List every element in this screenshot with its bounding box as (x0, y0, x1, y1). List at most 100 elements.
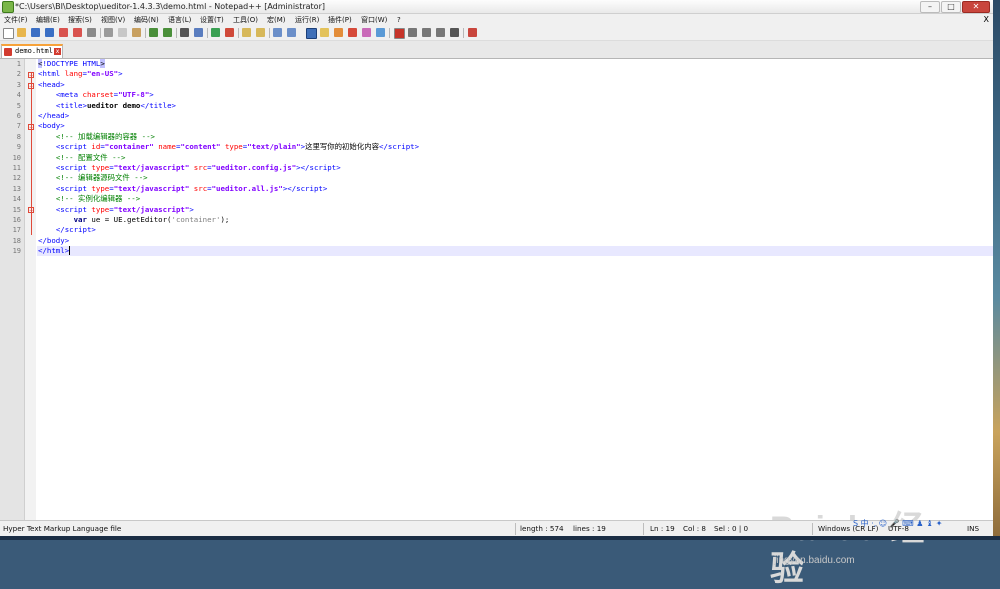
tab-label: demo.html (15, 47, 53, 55)
save-all-icon[interactable] (45, 28, 54, 37)
unsaved-file-icon (4, 48, 12, 56)
menu-edit[interactable]: 编辑(E) (36, 14, 60, 26)
menu-search[interactable]: 搜索(S) (68, 14, 92, 26)
menu-help[interactable]: ? (397, 14, 401, 26)
menu-macro[interactable]: 宏(M) (267, 14, 286, 26)
find-icon[interactable] (180, 28, 189, 37)
line-number: 19 (12, 247, 21, 256)
paste-icon[interactable] (132, 28, 141, 37)
tab-demo-html[interactable]: demo.html x (1, 44, 63, 58)
toolbar-separator (100, 28, 101, 38)
sync-horizontal-icon[interactable] (256, 28, 265, 37)
line-number: 18 (12, 236, 21, 245)
close-all-icon[interactable] (73, 28, 82, 37)
save-icon[interactable] (31, 28, 40, 37)
code-line-16: var ue = UE.getEditor('container'); (73, 215, 230, 224)
status-separator (812, 523, 813, 535)
fold-marker-html[interactable]: − (28, 72, 34, 79)
play-macro-icon[interactable] (422, 28, 431, 37)
fold-marker-script[interactable]: − (28, 207, 34, 214)
line-number: 4 (16, 91, 21, 100)
function-list-icon[interactable] (348, 28, 357, 37)
toolbar-separator (207, 28, 208, 38)
line-number: 1 (16, 60, 21, 68)
code-line-14: <!-- 实例化编辑器 --> (55, 194, 141, 204)
menu-tools[interactable]: 工具(O) (233, 14, 258, 26)
maximize-button[interactable]: □ (941, 1, 961, 13)
menu-language[interactable]: 语言(L) (168, 14, 191, 26)
window-title: *C:\Users\BI\Desktop\ueditor-1.4.3.3\dem… (15, 2, 325, 11)
status-length: length : 574 (520, 524, 564, 533)
close-button[interactable]: ✕ (962, 1, 990, 13)
document-map-icon[interactable] (334, 28, 343, 37)
toolbar-separator (176, 28, 177, 38)
toolbar (0, 26, 993, 41)
code-editor[interactable]: 1 2 3 4 5 6 7 8 9 10 11 12 13 14 15 16 17 18 19 − − − − <!… (0, 59, 993, 588)
menu-encoding[interactable]: 编码(N) (134, 14, 159, 26)
code-line-18: </body> (38, 235, 70, 245)
line-number: 13 (12, 184, 21, 193)
new-file-icon[interactable] (3, 28, 14, 39)
fold-marker-body[interactable]: − (28, 124, 34, 131)
code-line-11: <script type="text/javascript" src="uedi… (55, 163, 341, 172)
record-macro-icon[interactable] (394, 28, 405, 39)
code-line-9: <script id="container" name="content" ty… (55, 142, 420, 152)
replace-icon[interactable] (194, 28, 203, 37)
zoom-in-icon[interactable] (211, 28, 220, 37)
folder-as-workspace-icon[interactable] (362, 28, 371, 37)
status-insert-mode[interactable]: INS (967, 521, 979, 537)
line-number: 3 (16, 80, 21, 89)
status-bar: Hyper Text Markup Language file length :… (0, 520, 993, 537)
stop-macro-icon[interactable] (408, 28, 417, 37)
show-all-chars-icon[interactable] (287, 28, 296, 37)
zoom-out-icon[interactable] (225, 28, 234, 37)
ime-toolbar[interactable]: S 中 ·, ☺ 🎤 ⌨ ♟ ♝ ✦ (853, 518, 942, 530)
menu-settings[interactable]: 设置(T) (200, 14, 224, 26)
minimize-button[interactable]: – (920, 1, 940, 13)
code-line-3: <head> (38, 79, 65, 89)
word-wrap-icon[interactable] (273, 28, 282, 37)
toolbar-separator (145, 28, 146, 38)
close-file-icon[interactable] (59, 28, 68, 37)
notepad-plus-plus-window: *C:\Users\BI\Desktop\ueditor-1.4.3.3\dem… (0, 0, 993, 588)
spell-check-icon[interactable] (468, 28, 477, 37)
line-number: 10 (12, 153, 21, 162)
indent-guide-icon[interactable] (306, 28, 317, 39)
code-line-4: <meta charset="UTF-8"> (55, 90, 154, 100)
line-number: 14 (12, 195, 21, 204)
menu-plugins[interactable]: 插件(P) (328, 14, 352, 26)
line-number: 9 (16, 143, 21, 152)
user-language-icon[interactable] (320, 28, 329, 37)
title-bar[interactable]: *C:\Users\BI\Desktop\ueditor-1.4.3.3\dem… (0, 0, 993, 14)
line-number: 8 (16, 132, 21, 141)
save-macro-icon[interactable] (450, 28, 459, 37)
code-line-1: <!DOCTYPE HTML> (38, 59, 105, 68)
undo-icon[interactable] (149, 28, 158, 37)
code-line-17: </script> (55, 225, 96, 235)
cut-icon[interactable] (104, 28, 113, 37)
toolbar-separator (389, 28, 390, 38)
print-icon[interactable] (87, 28, 96, 37)
fold-marker-head[interactable]: − (28, 83, 34, 90)
line-number: 12 (12, 174, 21, 183)
watermark-url: jingyan.baidu.com (774, 555, 855, 566)
line-number: 11 (12, 164, 21, 172)
menu-run[interactable]: 运行(R) (295, 14, 319, 26)
tab-close-icon[interactable]: x (54, 48, 61, 55)
status-separator (515, 523, 516, 535)
open-file-icon[interactable] (17, 28, 26, 37)
menu-view[interactable]: 视图(V) (101, 14, 125, 26)
sync-vertical-icon[interactable] (242, 28, 251, 37)
close-document-x[interactable]: X (984, 14, 989, 26)
code-line-5: <title>ueditor demo</title> (55, 100, 176, 110)
menu-file[interactable]: 文件(F) (4, 14, 28, 26)
menu-window[interactable]: 窗口(W) (361, 14, 387, 26)
code-line-12: <!-- 编辑器源码文件 --> (55, 173, 148, 183)
copy-icon[interactable] (118, 28, 127, 37)
current-line-highlight (37, 246, 993, 257)
status-sel: Sel : 0 | 0 (714, 524, 749, 533)
redo-icon[interactable] (163, 28, 172, 37)
run-macro-multiple-icon[interactable] (436, 28, 445, 37)
line-number: 2 (16, 70, 21, 79)
monitoring-icon[interactable] (376, 28, 385, 37)
